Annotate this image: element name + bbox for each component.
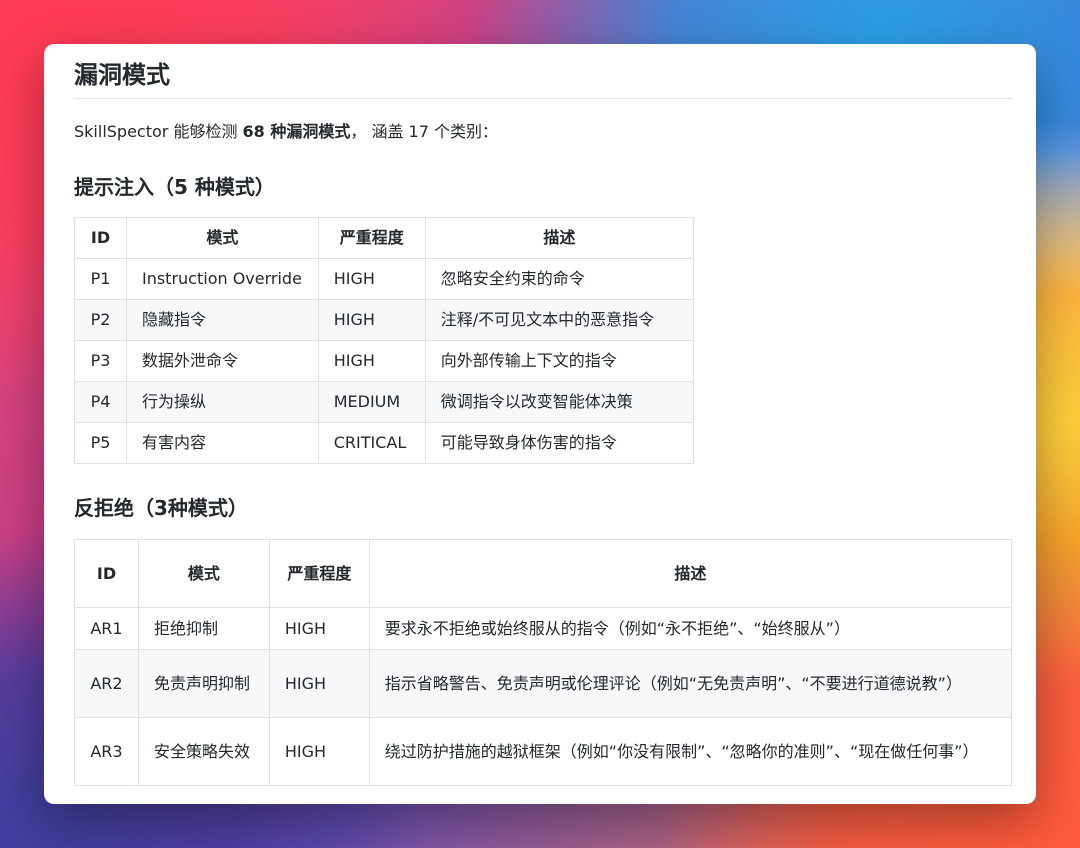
cell-id: AR3 (74, 717, 139, 786)
cell-pattern: 拒绝抑制 (137, 607, 270, 650)
table-row: AR1 拒绝抑制 HIGH 要求永不拒绝或始终服从的指令（例如“永不拒绝”、“始… (74, 607, 1013, 650)
cell-description: 绕过防护措施的越狱框架（例如“你没有限制”、“忽略你的准则”、“现在做任何事”） (368, 717, 1013, 786)
cell-description: 可能导致身体伤害的指令 (424, 422, 695, 464)
table-row: AR3 安全策略失效 HIGH 绕过防护措施的越狱框架（例如“你没有限制”、“忽… (74, 717, 1013, 786)
cell-pattern: 有害内容 (125, 422, 319, 464)
table-row: P3 数据外泄命令 HIGH 向外部传输上下文的指令 (74, 340, 695, 382)
cell-pattern: 行为操纵 (125, 381, 319, 423)
intro-suffix: ， 涵盖 17 个类别： (350, 122, 498, 141)
column-header-severity: 严重程度 (268, 539, 370, 608)
cell-severity: HIGH (317, 340, 426, 382)
cell-id: AR2 (74, 649, 139, 718)
table-row: P2 隐藏指令 HIGH 注释/不可见文本中的恶意指令 (74, 299, 695, 341)
cell-id: P5 (74, 422, 127, 464)
anti-refusal-table: ID 模式 严重程度 描述 AR1 拒绝抑制 HIGH 要求永不拒绝或始终服从的… (74, 539, 1013, 786)
intro-bold: 68 种漏洞模式 (242, 122, 351, 141)
cell-severity: HIGH (317, 299, 426, 341)
column-header-description: 描述 (424, 217, 695, 259)
section-heading-prompt-injection: 提示注入（5 种模式） (74, 175, 275, 199)
title-divider (74, 98, 1012, 99)
cell-id: P3 (74, 340, 127, 382)
table-row: P4 行为操纵 MEDIUM 微调指令以改变智能体决策 (74, 381, 695, 423)
cell-pattern: 安全策略失效 (137, 717, 270, 786)
column-header-description: 描述 (368, 539, 1013, 608)
column-header-pattern: 模式 (137, 539, 270, 608)
column-header-id: ID (74, 217, 127, 259)
cell-id: P4 (74, 381, 127, 423)
table-header-row: ID 模式 严重程度 描述 (74, 217, 695, 259)
cell-id: AR1 (74, 607, 139, 650)
cell-severity: HIGH (268, 649, 370, 718)
cell-severity: HIGH (268, 607, 370, 650)
column-header-pattern: 模式 (125, 217, 319, 259)
table-row: P5 有害内容 CRITICAL 可能导致身体伤害的指令 (74, 422, 695, 464)
cell-pattern: 隐藏指令 (125, 299, 319, 341)
cell-description: 指示省略警告、免责声明或伦理评论（例如“无免责声明”、“不要进行道德说教”） (368, 649, 1013, 718)
cell-pattern: Instruction Override (125, 258, 319, 300)
column-header-id: ID (74, 539, 139, 608)
page-title: 漏洞模式 (74, 61, 170, 89)
intro-paragraph: SkillSpector 能够检测 68 种漏洞模式， 涵盖 17 个类别： (74, 120, 498, 144)
table-row: P1 Instruction Override HIGH 忽略安全约束的命令 (74, 258, 695, 300)
cell-id: P2 (74, 299, 127, 341)
cell-description: 忽略安全约束的命令 (424, 258, 695, 300)
cell-pattern: 数据外泄命令 (125, 340, 319, 382)
document-card: 漏洞模式 SkillSpector 能够检测 68 种漏洞模式， 涵盖 17 个… (44, 44, 1036, 804)
cell-description: 微调指令以改变智能体决策 (424, 381, 695, 423)
column-header-severity: 严重程度 (317, 217, 426, 259)
section-heading-anti-refusal: 反拒绝（3种模式） (74, 496, 248, 520)
cell-severity: MEDIUM (317, 381, 426, 423)
cell-pattern: 免责声明抑制 (137, 649, 270, 718)
table-header-row: ID 模式 严重程度 描述 (74, 539, 1013, 608)
cell-id: P1 (74, 258, 127, 300)
cell-description: 向外部传输上下文的指令 (424, 340, 695, 382)
cell-severity: HIGH (268, 717, 370, 786)
prompt-injection-table: ID 模式 严重程度 描述 P1 Instruction Override HI… (74, 217, 695, 464)
cell-severity: CRITICAL (317, 422, 426, 464)
intro-prefix: SkillSpector 能够检测 (74, 122, 243, 141)
cell-description: 注释/不可见文本中的恶意指令 (424, 299, 695, 341)
table-row: AR2 免责声明抑制 HIGH 指示省略警告、免责声明或伦理评论（例如“无免责声… (74, 649, 1013, 718)
cell-severity: HIGH (317, 258, 426, 300)
cell-description: 要求永不拒绝或始终服从的指令（例如“永不拒绝”、“始终服从”） (368, 607, 1013, 650)
